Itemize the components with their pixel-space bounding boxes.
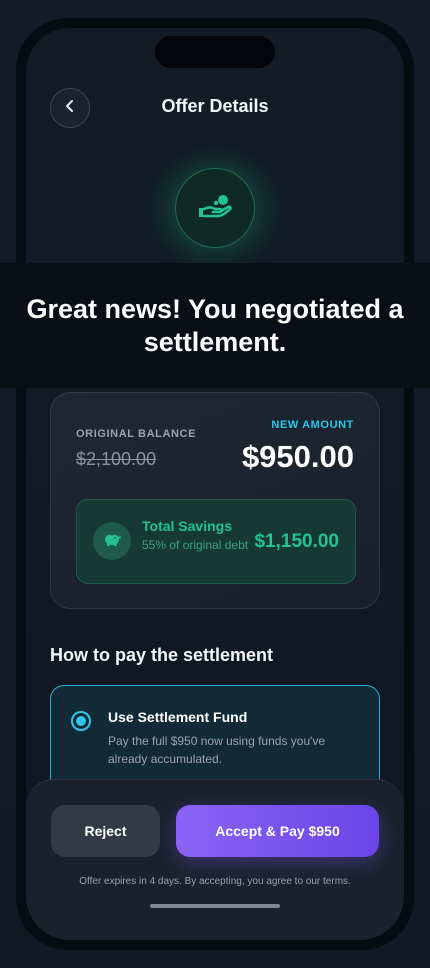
piggy-bank-icon <box>102 531 122 552</box>
piggy-bank-badge <box>93 522 131 560</box>
hand-coin-icon <box>196 191 234 226</box>
total-savings-value: $1,150.00 <box>254 531 339 552</box>
payment-section-title: How to pay the settlement <box>50 645 274 665</box>
total-savings-title: Total Savings <box>142 518 232 534</box>
terms-fine-print: Offer expires in 4 days. By accepting, y… <box>79 876 351 887</box>
accept-and-pay-button[interactable]: Accept & Pay $950 <box>176 805 379 857</box>
page: Offer Details Great news! You negotiated… <box>0 0 430 968</box>
total-savings-subtitle: 55% of original debt <box>142 538 249 552</box>
new-amount-value: $950.00 <box>241 439 354 474</box>
payment-option-title: Use Settlement Fund <box>108 709 248 725</box>
dynamic-island <box>155 36 275 68</box>
chevron-left-icon <box>63 99 77 118</box>
back-button[interactable] <box>50 88 90 128</box>
payment-option-description: Pay the full $950 now using funds you've… <box>108 734 326 766</box>
home-indicator[interactable] <box>150 904 280 908</box>
action-sheet: Reject Accept & Pay $950 Offer expires i… <box>26 779 404 940</box>
original-balance-label: ORIGINAL BALANCE <box>76 428 197 440</box>
new-amount-label: NEW AMOUNT <box>271 419 354 431</box>
total-savings-panel: Total Savings 55% of original debt $1,15… <box>76 499 356 584</box>
radio-button-selected[interactable] <box>71 711 91 731</box>
hero-badge <box>175 168 255 248</box>
banner-text: Great news! You negotiated a settlement. <box>26 293 404 357</box>
original-balance-value: $2,100.00 <box>76 449 157 469</box>
page-title: Offer Details <box>161 96 269 116</box>
headline-banner: Great news! You negotiated a settlement. <box>0 263 430 388</box>
radio-dot <box>76 716 86 726</box>
reject-button[interactable]: Reject <box>51 805 160 857</box>
settlement-card: ORIGINAL BALANCE $2,100.00 NEW AMOUNT $9… <box>50 392 380 609</box>
